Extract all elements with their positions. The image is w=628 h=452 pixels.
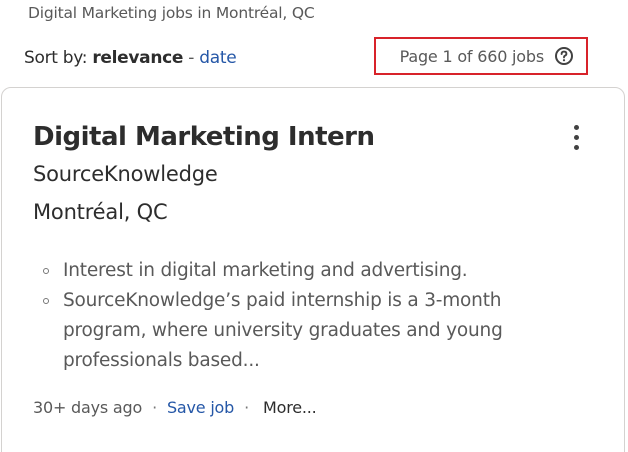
snippet-item: Interest in digital marketing and advert… — [33, 256, 573, 286]
job-snippet: Interest in digital marketing and advert… — [33, 256, 573, 376]
kebab-menu-icon[interactable] — [562, 120, 590, 154]
meta-separator: · — [152, 398, 157, 417]
page-count: Page 1 of 660 jobs — [399, 46, 545, 66]
sort-by-date-link[interactable]: date — [199, 48, 236, 68]
kebab-dot — [573, 134, 579, 140]
save-job-link[interactable]: Save job — [167, 398, 234, 417]
job-location: Montréal, QC — [33, 200, 168, 224]
company-name: SourceKnowledge — [33, 162, 218, 186]
snippet-text: Interest in digital marketing and advert… — [63, 260, 468, 281]
posted-date: 30+ days ago — [33, 398, 143, 417]
job-search-results: Digital Marketing jobs in Montréal, QC S… — [0, 0, 628, 452]
job-title[interactable]: Digital Marketing Intern — [33, 122, 375, 152]
page-count-highlight: Page 1 of 660 jobs — [374, 37, 588, 75]
sort-relevance: relevance — [92, 48, 184, 68]
sort-bar: Sort by: relevance - date — [24, 48, 237, 68]
more-link[interactable]: More... — [263, 398, 317, 417]
sort-separator: - — [188, 48, 195, 68]
sort-label: Sort by: — [24, 48, 88, 68]
snippet-text: SourceKnowledge’s paid internship is a 3… — [63, 290, 503, 371]
bullet-icon — [43, 298, 49, 304]
meta-separator: · — [244, 398, 249, 417]
question-circle-icon[interactable] — [554, 46, 574, 66]
snippet-item: SourceKnowledge’s paid internship is a 3… — [33, 286, 573, 376]
results-heading: Digital Marketing jobs in Montréal, QC — [28, 4, 315, 22]
kebab-dot — [573, 124, 579, 130]
job-card[interactable]: Digital Marketing Intern SourceKnowledge… — [1, 87, 625, 452]
bullet-icon — [43, 268, 49, 274]
job-meta-row: 30+ days ago · Save job · More... — [33, 398, 317, 417]
kebab-dot — [573, 144, 579, 150]
